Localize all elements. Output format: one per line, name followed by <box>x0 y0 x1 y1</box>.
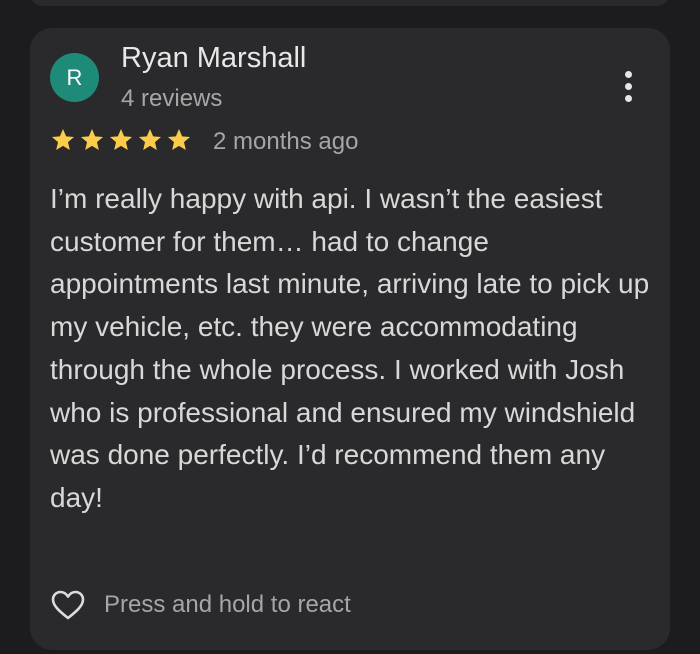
star-rating <box>50 127 192 153</box>
star-icon <box>80 128 104 150</box>
avatar[interactable]: R <box>50 53 99 102</box>
previous-review-card <box>30 0 670 6</box>
star-icon <box>138 128 162 150</box>
react-label: Press and hold to react <box>104 591 351 618</box>
heart-outline-icon <box>50 587 86 623</box>
more-vert-icon-dot <box>624 82 632 90</box>
more-vert-icon-dot <box>624 94 632 102</box>
review-time: 2 months ago <box>213 128 359 155</box>
avatar-initial: R <box>66 64 83 90</box>
react-button[interactable]: Press and hold to react <box>50 587 351 623</box>
more-options-button[interactable] <box>613 66 643 106</box>
review-card: R Ryan Marshall 4 reviews 2 months ago I… <box>30 28 670 650</box>
star-icon <box>51 128 75 150</box>
reviewer-name[interactable]: Ryan Marshall <box>121 42 306 75</box>
star-icon <box>109 128 133 150</box>
reviewer-review-count: 4 reviews <box>121 85 223 112</box>
more-vert-icon-dot <box>624 70 632 78</box>
review-text: I’m really happy with api. I wasn’t the … <box>50 183 650 513</box>
star-icon <box>167 128 191 150</box>
